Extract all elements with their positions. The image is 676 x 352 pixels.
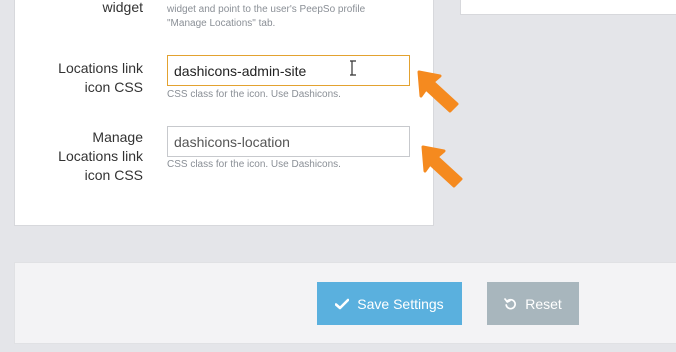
label-line: icon CSS <box>84 79 143 95</box>
locations-link-icon-input[interactable] <box>167 55 410 86</box>
side-panel <box>460 0 676 15</box>
locations-link-icon-help: CSS class for the icon. Use Dashicons. <box>167 89 341 100</box>
label-line: icon CSS <box>84 167 143 183</box>
check-icon <box>335 298 350 309</box>
save-settings-button[interactable]: Save Settings <box>317 282 462 325</box>
locations-link-icon-label: Locations link icon CSS <box>40 59 143 97</box>
settings-card <box>14 0 434 226</box>
widget-help-line1: widget and point to the user's PeepSo pr… <box>167 4 366 15</box>
widget-help-line2: "Manage Locations" tab. <box>167 18 276 29</box>
manage-locations-icon-label: Manage Locations link icon CSS <box>40 128 143 185</box>
manage-locations-icon-input[interactable] <box>167 126 410 157</box>
label-line: Locations link <box>58 148 143 164</box>
label-line: Manage <box>92 129 143 145</box>
reset-button[interactable]: Reset <box>487 282 579 325</box>
arrow-pointer-icon <box>417 70 459 113</box>
label-line: Locations link <box>58 60 143 76</box>
save-settings-label: Save Settings <box>357 295 444 312</box>
manage-locations-icon-help: CSS class for the icon. Use Dashicons. <box>167 159 341 170</box>
undo-icon <box>504 298 517 310</box>
reset-label: Reset <box>525 295 562 312</box>
text-cursor-icon <box>348 60 358 80</box>
widget-label: widget <box>102 0 143 15</box>
arrow-pointer-icon <box>421 145 463 188</box>
